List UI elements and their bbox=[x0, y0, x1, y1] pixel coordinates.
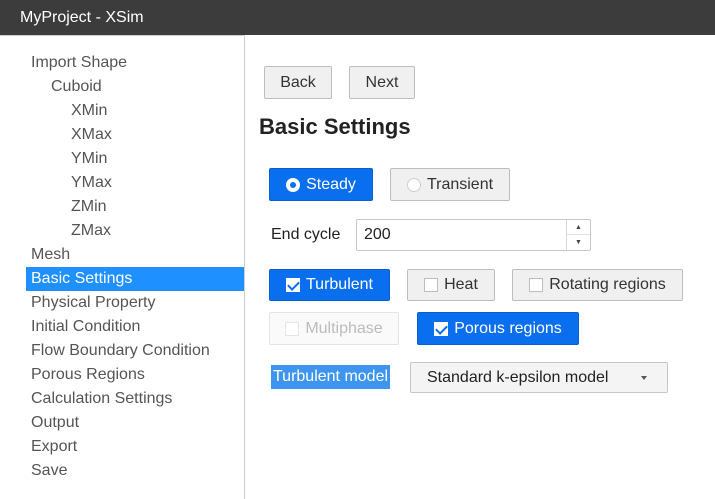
heat-checkbox[interactable]: Heat bbox=[407, 269, 495, 301]
sidebar-item-zmax[interactable]: ZMax bbox=[26, 219, 244, 243]
turbulent-model-label: Turbulent model bbox=[271, 365, 391, 389]
steady-radio[interactable]: Steady bbox=[269, 168, 373, 201]
sidebar-item-cuboid[interactable]: Cuboid bbox=[26, 75, 244, 99]
steady-label: Steady bbox=[306, 175, 356, 193]
transient-radio[interactable]: Transient bbox=[390, 168, 510, 201]
back-button[interactable]: Back bbox=[264, 66, 332, 99]
rotating-regions-checkbox[interactable]: Rotating regions bbox=[512, 269, 683, 301]
turbulent-model-value: Standard k-epsilon model bbox=[427, 369, 609, 386]
end-cycle-stepper[interactable]: ▲ ▼ bbox=[356, 219, 591, 251]
rotating-regions-label: Rotating regions bbox=[549, 276, 666, 293]
checkbox-unchecked-icon bbox=[424, 278, 439, 292]
sidebar-item-ymin[interactable]: YMin bbox=[26, 147, 244, 171]
checkbox-unchecked-icon bbox=[529, 278, 544, 292]
end-cycle-label: End cycle bbox=[271, 226, 341, 243]
sidebar-item-calculation-settings[interactable]: Calculation Settings bbox=[26, 387, 244, 411]
chevron-down-icon bbox=[641, 376, 647, 380]
page-title: Basic Settings bbox=[259, 114, 411, 139]
checkbox-disabled-icon bbox=[285, 321, 300, 336]
stepper-arrows: ▲ ▼ bbox=[566, 220, 590, 250]
porous-regions-checkbox[interactable]: Porous regions bbox=[417, 312, 579, 345]
sidebar-item-zmin[interactable]: ZMin bbox=[26, 195, 244, 219]
sidebar-item-xmin[interactable]: XMin bbox=[26, 99, 244, 123]
sidebar-item-import-shape[interactable]: Import Shape bbox=[26, 51, 244, 75]
multiphase-label: Multiphase bbox=[305, 319, 383, 337]
sidebar-list: Import Shape Cuboid XMin XMax YMin YMax … bbox=[26, 51, 244, 483]
sidebar-item-initial-condition[interactable]: Initial Condition bbox=[26, 315, 244, 339]
sidebar-item-basic-settings[interactable]: Basic Settings bbox=[26, 267, 244, 291]
sidebar-item-physical-property[interactable]: Physical Property bbox=[26, 291, 244, 315]
next-button[interactable]: Next bbox=[349, 66, 415, 99]
sidebar-item-ymax[interactable]: YMax bbox=[26, 171, 244, 195]
end-cycle-input[interactable] bbox=[357, 220, 563, 250]
heat-label: Heat bbox=[444, 276, 478, 293]
window-title: MyProject - XSim bbox=[20, 9, 144, 26]
checkbox-checked-icon bbox=[434, 321, 449, 336]
sidebar-item-mesh[interactable]: Mesh bbox=[26, 243, 244, 267]
sidebar-item-flow-boundary-condition[interactable]: Flow Boundary Condition bbox=[26, 339, 244, 363]
sidebar-item-save[interactable]: Save bbox=[26, 459, 244, 483]
increment-icon[interactable]: ▲ bbox=[567, 220, 590, 235]
transient-label: Transient bbox=[426, 175, 494, 193]
radio-selected-icon bbox=[286, 177, 301, 192]
multiphase-checkbox: Multiphase bbox=[269, 312, 399, 345]
sidebar-item-export[interactable]: Export bbox=[26, 435, 244, 459]
decrement-icon[interactable]: ▼ bbox=[567, 235, 590, 250]
sidebar-item-porous-regions[interactable]: Porous Regions bbox=[26, 363, 244, 387]
radio-unselected-icon bbox=[406, 177, 421, 192]
turbulent-model-select[interactable]: Standard k-epsilon model bbox=[410, 362, 668, 393]
porous-regions-label: Porous regions bbox=[454, 319, 562, 337]
sidebar-nav: Import Shape Cuboid XMin XMax YMin YMax … bbox=[0, 35, 245, 499]
checkbox-checked-icon bbox=[286, 278, 300, 292]
settings-panel: Back Next Basic Settings Steady Transien… bbox=[246, 35, 715, 499]
turbulent-checkbox[interactable]: Turbulent bbox=[269, 269, 390, 301]
sidebar-item-output[interactable]: Output bbox=[26, 411, 244, 435]
sidebar-item-xmax[interactable]: XMax bbox=[26, 123, 244, 147]
window-title-bar: MyProject - XSim bbox=[0, 0, 715, 35]
turbulent-label: Turbulent bbox=[306, 276, 373, 293]
